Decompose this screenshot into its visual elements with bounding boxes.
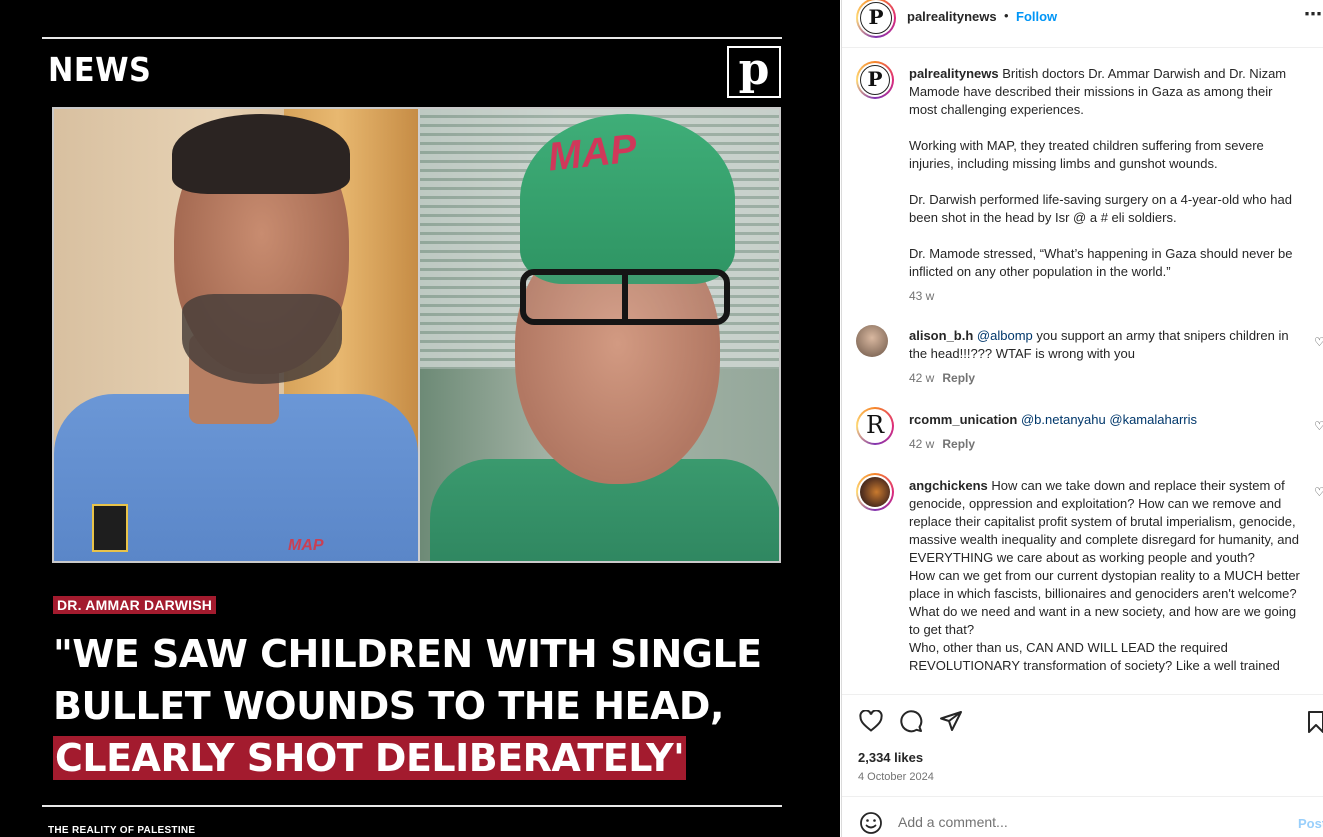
post-actions: 2,334 likes 4 October 2024: [842, 694, 1323, 794]
follow-button[interactable]: Follow: [1016, 9, 1057, 24]
comment-text-continued: Who, other than us, CAN AND WILL LEAD th…: [909, 640, 1280, 673]
media-top-rule: [42, 37, 782, 39]
author-avatar[interactable]: P: [856, 0, 896, 38]
caption-paragraph-2: Working with MAP, they treated children …: [909, 138, 1264, 171]
caption-avatar[interactable]: P: [856, 61, 894, 99]
add-comment-bar: Post: [842, 796, 1323, 837]
media-name-tag: DR. AMMAR DARWISH: [53, 596, 217, 614]
comment-mention[interactable]: @kamalaharris: [1109, 412, 1197, 427]
comment-time: 42 w: [909, 437, 935, 451]
caption-username[interactable]: palrealitynews: [909, 66, 999, 81]
reply-button[interactable]: Reply: [942, 437, 975, 451]
media-footer-brand: THE REALITY OF PALESTINE: [48, 825, 196, 836]
post-date: 4 October 2024: [858, 771, 934, 783]
post-media[interactable]: NEWS p MAP MAP DR. AMMAR DARWISH "WE SAW…: [0, 0, 840, 837]
comment-avatar[interactable]: R: [856, 407, 894, 445]
comment-like-heart-icon[interactable]: ♡: [1314, 419, 1323, 433]
quote-line-1: "WE SAW CHILDREN WITH SINGLE: [53, 632, 762, 676]
comment-meta: 42 w Reply: [909, 437, 975, 451]
likes-count[interactable]: 2,334 likes: [858, 750, 923, 765]
comment-body: rcomm_unication @b.netanyahu @kamalaharr…: [909, 411, 1304, 429]
media-quote: "WE SAW CHILDREN WITH SINGLE BULLET WOUN…: [53, 628, 793, 784]
caption-body: palrealitynews British doctors Dr. Ammar…: [909, 65, 1304, 305]
comment-text-continued: How can we get from our current dystopia…: [909, 568, 1300, 637]
comment-mention[interactable]: @albomp: [977, 328, 1033, 343]
reply-button[interactable]: Reply: [942, 371, 975, 385]
comment-avatar[interactable]: [856, 325, 888, 357]
surgical-cap-text: MAP: [545, 126, 639, 180]
media-brand-logo: p: [727, 46, 781, 98]
caption-paragraph-3: Dr. Darwish performed life-saving surger…: [909, 192, 1292, 225]
comment-like-heart-icon[interactable]: ♡: [1314, 485, 1323, 499]
caption-paragraph-4: Dr. Mamode stressed, “What’s happening i…: [909, 246, 1293, 279]
comment-like-heart-icon[interactable]: ♡: [1314, 335, 1323, 349]
scrub-badge: [92, 504, 128, 552]
comment-icon[interactable]: [899, 709, 923, 733]
emoji-icon[interactable]: [859, 811, 883, 835]
scrub-logo-text: MAP: [288, 537, 324, 554]
add-comment-input[interactable]: [898, 814, 1278, 830]
author-username[interactable]: palrealitynews: [907, 9, 997, 24]
comment-body: alison_b.h @albomp you support an army t…: [909, 327, 1304, 363]
comment-username[interactable]: alison_b.h: [909, 328, 973, 343]
author-avatar-letter: P: [868, 5, 884, 29]
heart-icon[interactable]: [859, 710, 883, 732]
post-comment-button[interactable]: Post: [1298, 816, 1323, 831]
comment-mention[interactable]: @b.netanyahu: [1021, 412, 1106, 427]
comment-username[interactable]: rcomm_unication: [909, 412, 1017, 427]
comment-body: angchickens How can we take down and rep…: [909, 477, 1304, 675]
caption-avatar-letter: P: [867, 67, 883, 91]
bookmark-icon[interactable]: [1306, 710, 1323, 734]
photo-doctor-mamode: MAP: [420, 109, 779, 561]
comment-avatar[interactable]: [856, 473, 894, 511]
comments-list[interactable]: P palrealitynews British doctors Dr. Amm…: [842, 49, 1323, 694]
media-photo-collage: MAP MAP: [52, 107, 781, 563]
comment-time: 42 w: [909, 371, 935, 385]
quote-line-2: BULLET WOUNDS TO THE HEAD,: [53, 684, 724, 728]
photo-doctor-darwish: MAP: [54, 109, 418, 561]
post-side-panel: P palrealitynews • Follow ⋯ P palreality…: [841, 0, 1323, 837]
header-separator: •: [1004, 8, 1009, 23]
comment-username[interactable]: angchickens: [909, 478, 988, 493]
share-icon[interactable]: [939, 710, 963, 732]
caption-time: 43 w: [909, 289, 935, 303]
quote-line-3-highlighted: CLEARLY SHOT DELIBERATELY': [53, 736, 687, 780]
media-brand-logo-letter: p: [738, 44, 770, 95]
post-header: P palrealitynews • Follow ⋯: [842, 0, 1323, 48]
media-bottom-rule: [42, 805, 782, 807]
comment-avatar-letter: R: [865, 411, 885, 439]
comment-meta: 42 w Reply: [909, 371, 975, 385]
media-section-label: NEWS: [48, 50, 152, 89]
more-options-icon[interactable]: ⋯: [1304, 4, 1323, 25]
